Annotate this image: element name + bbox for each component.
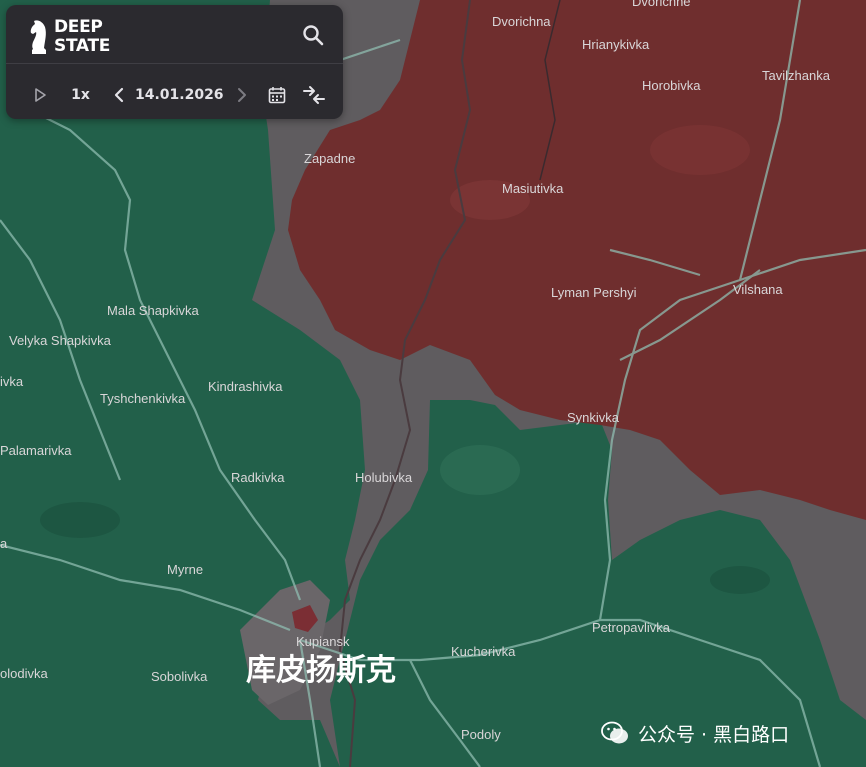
brand-line-2: STATE [54, 36, 111, 56]
previous-date-button[interactable] [109, 87, 130, 103]
kupiansk-chinese-label: 库皮扬斯克 [246, 653, 396, 688]
watermark: 公众号 · 黑白路口 [600, 718, 789, 748]
search-icon [303, 25, 324, 46]
calendar-button[interactable] [266, 86, 289, 104]
place-a-edge[interactable]: a [0, 536, 8, 551]
place-sobolivka[interactable]: Sobolivka [151, 669, 208, 684]
place-podoly[interactable]: Podoly [461, 727, 501, 742]
place-dvorichna[interactable]: Dvorichna [492, 14, 551, 29]
place-velyka-shapkivka[interactable]: Velyka Shapkivka [9, 333, 112, 348]
watermark-text: 公众号 · 黑白路口 [638, 723, 790, 746]
place-mala-shapkivka[interactable]: Mala Shapkivka [107, 303, 200, 318]
place-palamarivka[interactable]: Palamarivka [0, 443, 72, 458]
current-date[interactable]: 14.01.2026 [135, 87, 224, 103]
calendar-icon [268, 87, 286, 104]
place-radkivka[interactable]: Radkivka [231, 470, 285, 485]
forest-patch [40, 502, 120, 538]
place-masiutivka[interactable]: Masiutivka [502, 181, 564, 196]
play-button[interactable] [28, 82, 53, 108]
place-tavilzhanka[interactable]: Tavilzhanka [762, 68, 831, 83]
deepstate-logo[interactable]: DEEP STATE [28, 15, 128, 59]
place-kucherivka[interactable]: Kucherivka [451, 644, 516, 659]
place-zapadne[interactable]: Zapadne [304, 151, 355, 166]
search-button[interactable] [301, 23, 325, 47]
forest-patch [440, 445, 520, 495]
place-vilshana[interactable]: Vilshana [733, 282, 783, 297]
chevron-left-icon [114, 87, 123, 103]
place-synkivka[interactable]: Synkivka [567, 410, 620, 425]
wechat-icon [601, 721, 628, 744]
place-horobivka[interactable]: Horobivka [642, 78, 701, 93]
compare-arrows-icon [302, 86, 325, 104]
place-lyman-pershyi[interactable]: Lyman Pershyi [551, 285, 637, 300]
place-holubivka[interactable]: Holubivka [355, 470, 413, 485]
control-panel: DEEP STATE 1x 14.01.2026 [6, 5, 343, 119]
forest-patch [710, 566, 770, 594]
place-hrianykivka[interactable]: Hrianykivka [582, 37, 650, 52]
place-olodivka-edge[interactable]: olodivka [0, 666, 48, 681]
field-patch [650, 125, 750, 175]
timeline-controls: 1x 14.01.2026 [28, 77, 327, 113]
panel-divider [6, 63, 343, 64]
chess-knight-icon [30, 20, 46, 54]
speed-toggle[interactable]: 1x [65, 87, 97, 103]
place-ivka-edge[interactable]: ivka [0, 374, 24, 389]
brand-line-1: DEEP [54, 17, 103, 37]
place-tyshchenkivka[interactable]: Tyshchenkivka [100, 391, 186, 406]
compare-button[interactable] [301, 85, 327, 105]
place-myrne[interactable]: Myrne [167, 562, 203, 577]
next-date-button[interactable] [231, 87, 252, 103]
place-petropavlivka[interactable]: Petropavlivka [592, 620, 671, 635]
place-kupiansk[interactable]: Kupiansk [296, 634, 350, 649]
map-view[interactable]: Dvorichna Dvorichne Hrianykivka Horobivk… [0, 0, 866, 767]
place-kindrashivka[interactable]: Kindrashivka [208, 379, 283, 394]
brand-name: DEEP STATE [54, 18, 110, 56]
chevron-right-icon [237, 88, 246, 102]
play-icon [35, 88, 47, 102]
place-dvorichne[interactable]: Dvorichne [632, 0, 691, 9]
